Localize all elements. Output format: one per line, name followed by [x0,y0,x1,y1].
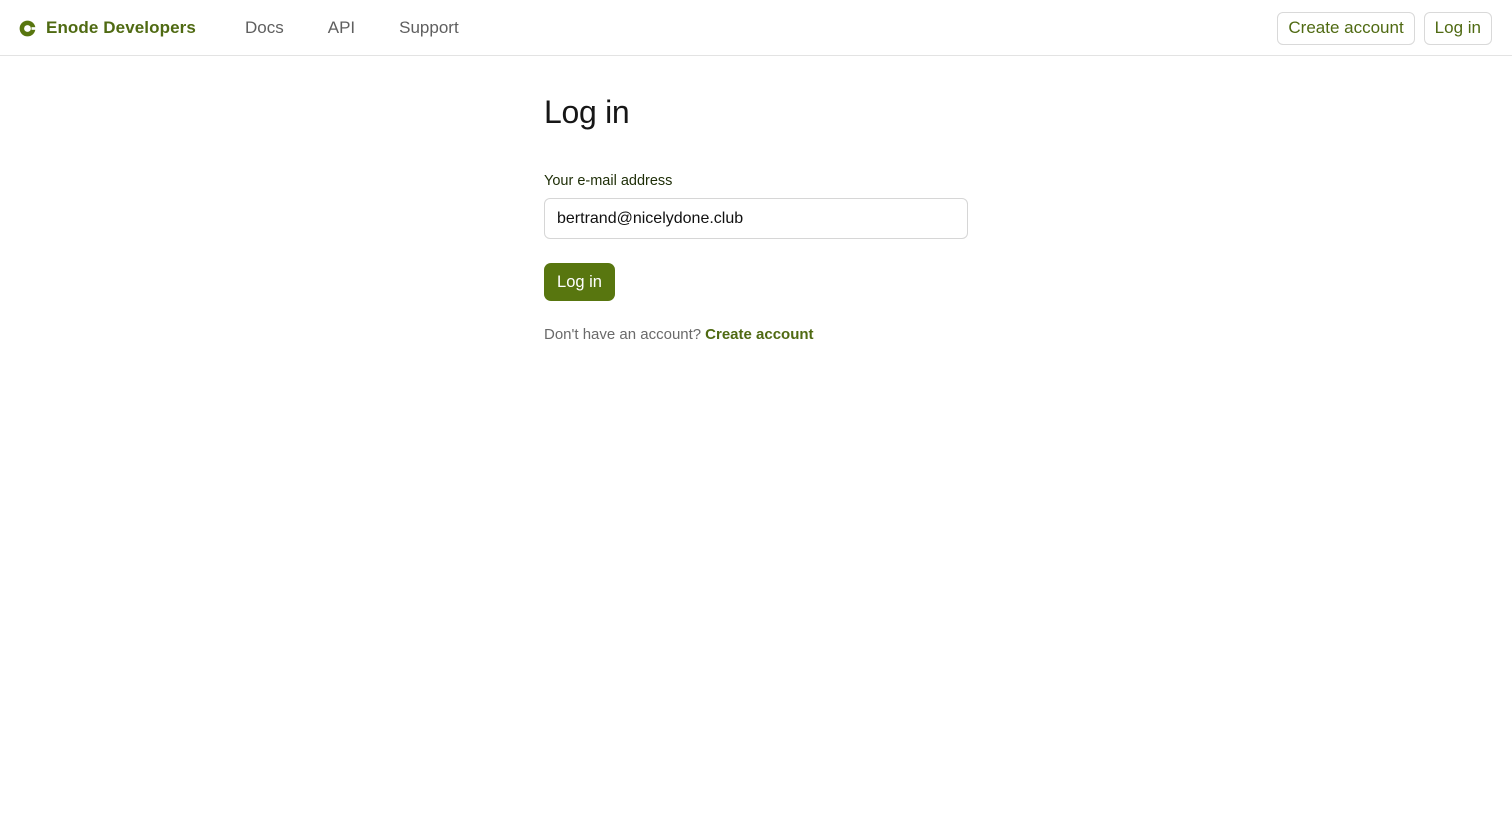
signup-prompt-text: Don't have an account? [544,326,702,343]
brand-name: Enode Developers [46,18,196,37]
enode-logo-icon [19,20,36,36]
header-actions: Create account Log in [1277,11,1492,45]
nav-link-api[interactable]: API [328,18,355,38]
primary-nav: Docs API Support [245,17,503,39]
login-form-section: Log in Your e-mail address Log in Don't … [544,90,968,344]
email-field-label: Your e-mail address [544,173,673,189]
login-submit-button[interactable]: Log in [544,263,615,301]
brand-home-link[interactable]: Enode Developers [18,16,196,40]
header-create-account-button[interactable]: Create account [1277,11,1415,45]
page-title: Log in [544,94,630,130]
signup-prompt-row: Don't have an account? Create account [544,326,968,344]
nav-link-docs[interactable]: Docs [245,18,284,38]
header-login-button[interactable]: Log in [1423,11,1492,45]
nav-link-support[interactable]: Support [399,18,459,38]
email-input[interactable] [544,198,968,239]
top-navigation-bar: Enode Developers Docs API Support Create… [0,0,1512,56]
create-account-link[interactable]: Create account [705,326,813,343]
